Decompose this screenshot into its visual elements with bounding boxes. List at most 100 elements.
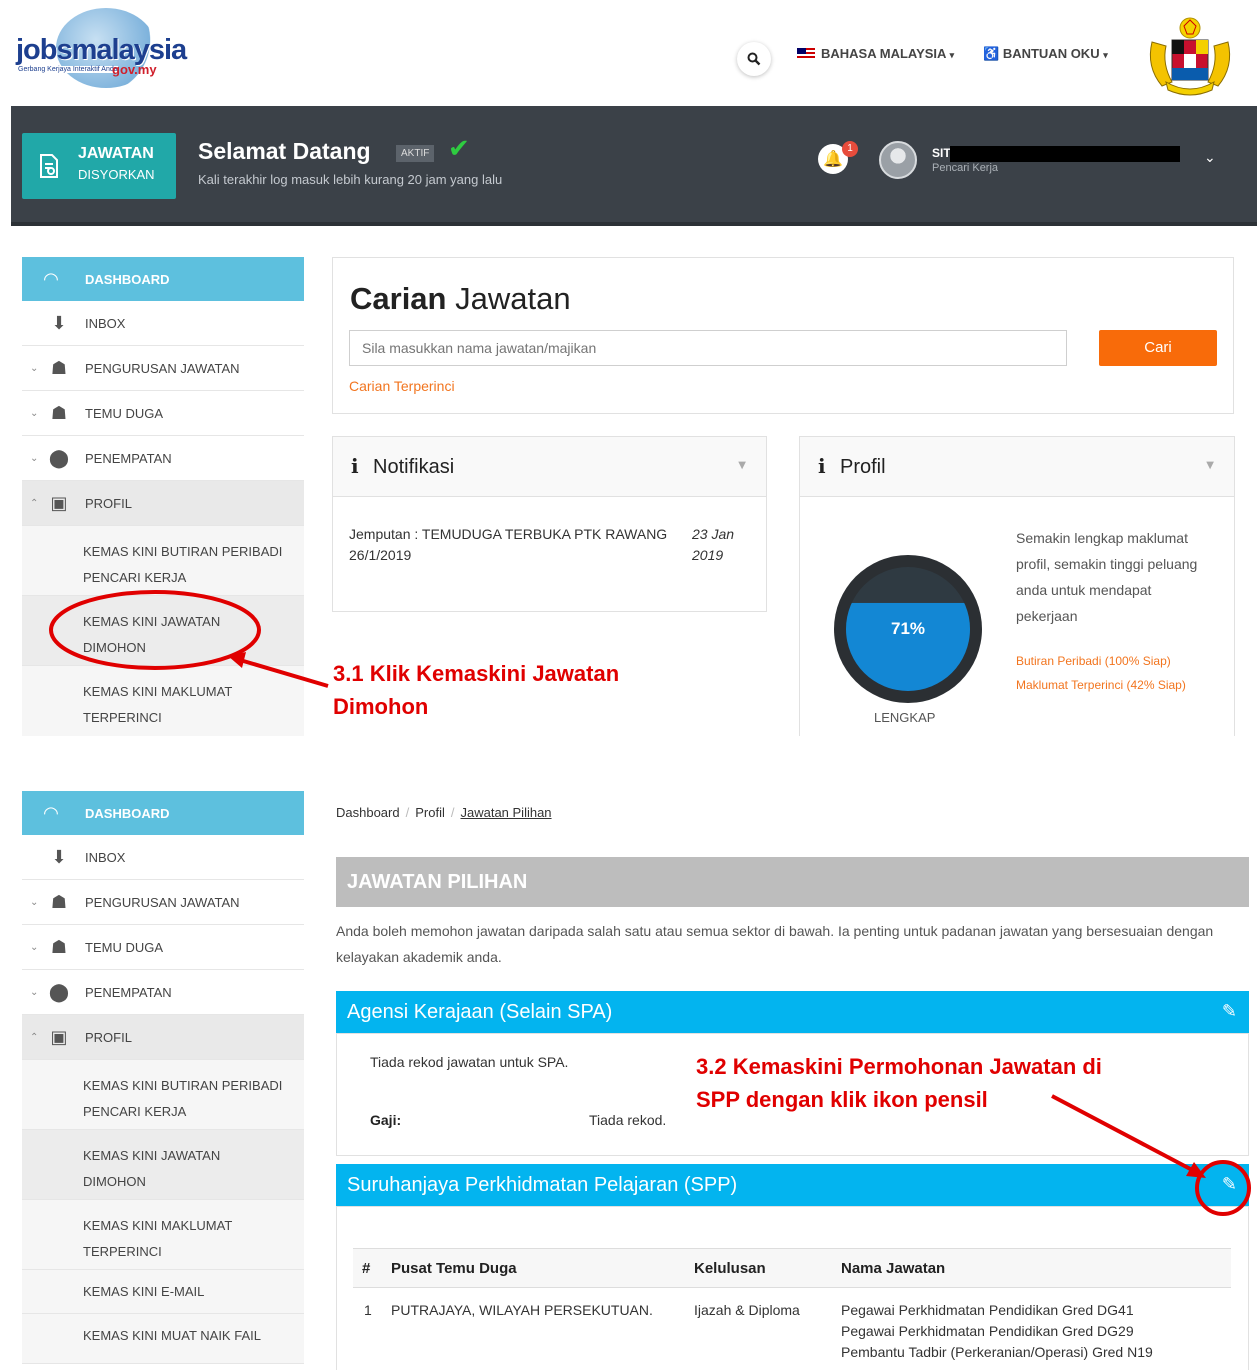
notification-panel-header[interactable]: i Notifikasi ▼ [333, 437, 766, 497]
recommended-jobs-subtitle: DISYORKAN [78, 167, 155, 182]
jobsmalaysia-logo[interactable]: jobsmalaysia Gerbang Kerjaya Interaktif … [16, 8, 187, 88]
sidebar-nav: ◠ DASHBOARD ⬇ INBOX ⌄ ☗ PENGURUSAN JAWATAN ⌄… [22, 257, 304, 736]
sidebar-subitem-jawatan-dimohon[interactable]: KEMAS KINI JAWATAN DIMOHON [22, 596, 304, 666]
accessibility-label: BANTUAN OKU [1002, 46, 1100, 61]
sidebar-subitem-butiran-peribadi[interactable]: KEMAS KINI BUTIRAN PERIBADI PENCARI KERJ… [22, 1060, 304, 1130]
page-description: Anda boleh memohon jawatan daripada sala… [336, 923, 1214, 965]
sidebar-subitem-butiran-peribadi[interactable]: KEMAS KINI BUTIRAN PERIBADI PENCARI KERJ… [22, 526, 304, 596]
sidebar-item-dashboard[interactable]: ◠ DASHBOARD [22, 257, 304, 301]
sector-title: Agensi Kerajaan (Selain SPA) [347, 1001, 613, 1023]
people-icon: ☗ [50, 402, 68, 424]
breadcrumb-profil[interactable]: Profil [415, 805, 445, 820]
sidebar-item-profil[interactable]: ⌃ ▣ PROFIL [22, 1015, 304, 1060]
recommended-jobs-title: JAWATAN [78, 145, 154, 162]
search-title-bold: Carian [350, 281, 447, 316]
welcome-bar [11, 106, 1257, 226]
profile-card-icon: ▣ [50, 492, 68, 514]
search-title-rest: Jawatan [455, 281, 571, 316]
chevron-down-icon: ⌄ [30, 362, 39, 374]
annotation-step-3-2: 3.2 Kemaskini Permohonan Jawatan di SPP … [696, 1050, 1102, 1116]
job-title: Pegawai Perkhidmatan Pendidikan Gred DG2… [841, 1323, 1134, 1339]
sidebar-item-label: TEMU DUGA [85, 405, 163, 421]
sidebar-item-inbox[interactable]: ⬇ INBOX [22, 835, 304, 880]
sidebar-item-label: PENEMPATAN [85, 984, 172, 1000]
wheelchair-icon: ♿ [983, 46, 1000, 61]
edit-pencil-icon[interactable]: ✎ [1222, 991, 1237, 1033]
profile-stat-detailed[interactable]: Maklumat Terperinci (42% Siap) [1016, 678, 1186, 692]
profile-stat-personal[interactable]: Butiran Peribadi (100% Siap) [1016, 654, 1171, 668]
status-badge: AKTIF [396, 145, 435, 162]
sidebar-item-penempatan[interactable]: ⌄ ⬤ PENEMPATAN [22, 436, 304, 481]
sidebar-item-label: DASHBOARD [85, 805, 170, 821]
accessibility-menu[interactable]: ♿ BANTUAN OKU ▾ [983, 46, 1108, 62]
profile-card-icon: ▣ [50, 1026, 68, 1048]
chevron-down-icon: ⌄ [30, 986, 39, 998]
info-icon: i [351, 454, 359, 478]
annotation-line: Dimohon [333, 694, 429, 719]
collapse-caret-icon[interactable]: ▼ [738, 460, 746, 471]
sidebar-item-label: PENEMPATAN [85, 450, 172, 466]
job-title: Pegawai Perkhidmatan Pendidikan Gred DG4… [841, 1302, 1134, 1318]
person-list-icon: ☗ [50, 357, 68, 379]
profile-panel-header[interactable]: i Profil ▼ [800, 437, 1234, 497]
column-header-no: # [362, 1260, 371, 1277]
advanced-search-link[interactable]: Carian Terperinci [349, 378, 455, 394]
recommended-jobs-button[interactable]: JAWATAN DISYORKAN [22, 133, 176, 199]
user-role: Pencari Kerja [932, 162, 999, 174]
annotation-line: 3.1 Klik Kemaskini Jawatan [333, 661, 620, 686]
sidebar-item-inbox[interactable]: ⬇ INBOX [22, 301, 304, 346]
welcome-title: Selamat Datang [198, 138, 371, 164]
sidebar-item-label: INBOX [85, 315, 126, 331]
breadcrumb: Dashboard / Profil / Jawatan Pilihan [336, 805, 552, 820]
info-icon: i [818, 454, 826, 478]
notification-count-badge: 1 [842, 141, 858, 157]
search-input[interactable] [349, 330, 1067, 366]
sidebar-subitem-jawatan-dimohon[interactable]: KEMAS KINI JAWATAN DIMOHON [22, 1130, 304, 1200]
annotation-step-3-1: 3.1 Klik Kemaskini Jawatan Dimohon [333, 657, 619, 723]
sidebar-item-pengurusan-jawatan[interactable]: ⌄ ☗ PENGURUSAN JAWATAN [22, 880, 304, 925]
checkmark-icon: ✔ [448, 134, 470, 164]
sidebar-item-temu-duga[interactable]: ⌄ ☗ TEMU DUGA [22, 925, 304, 970]
chevron-down-icon: ⌄ [30, 407, 39, 419]
sidebar-item-pengurusan-jawatan[interactable]: ⌄ ☗ PENGURUSAN JAWATAN [22, 346, 304, 391]
chevron-down-icon: ⌄ [30, 896, 39, 908]
download-tray-icon: ⬇ [51, 846, 67, 868]
breadcrumb-dashboard[interactable]: Dashboard [336, 805, 400, 820]
logo-text: jobsmalaysia [16, 34, 187, 66]
job-title: Pembantu Tadbir (Perkeranian/Operasi) Gr… [841, 1344, 1153, 1360]
people-icon: ☗ [50, 936, 68, 958]
sidebar-subitem-maklumat-terperinci[interactable]: KEMAS KINI MAKLUMAT TERPERINCI [22, 666, 304, 736]
notification-panel-title: Notifikasi [373, 456, 455, 478]
breadcrumb-current[interactable]: Jawatan Pilihan [460, 805, 551, 820]
sidebar-item-penempatan[interactable]: ⌄ ⬤ PENEMPATAN [22, 970, 304, 1015]
sidebar-subitem-muat-naik-fail[interactable]: KEMAS KINI MUAT NAIK FAIL [22, 1314, 304, 1364]
collapse-caret-icon[interactable]: ▼ [1206, 460, 1214, 471]
logo-tagline: Gerbang Kerjaya Interaktif Anda [18, 66, 118, 73]
profile-hint-text: Semakin lengkap maklumat profil, semakin… [1016, 530, 1198, 624]
dashboard-gauge-icon: ◠ [44, 802, 58, 824]
avatar[interactable] [879, 141, 917, 179]
sidebar-item-dashboard[interactable]: ◠ DASHBOARD [22, 791, 304, 835]
last-login-text: Kali terakhir log masuk lebih kurang 20 … [198, 172, 503, 187]
table-cell-kelulusan: Ijazah & Diploma [694, 1302, 800, 1318]
notification-message[interactable]: Jemputan : TEMUDUGA TERBUKA PTK RAWANG 2… [349, 524, 679, 566]
chevron-up-icon: ⌃ [30, 497, 39, 509]
annotation-line: 3.2 Kemaskini Permohonan Jawatan di [696, 1054, 1102, 1079]
sidebar-item-profil[interactable]: ⌃ ▣ PROFIL [22, 481, 304, 526]
table-cell-jawatan: Pegawai Perkhidmatan Pendidikan Gred DG4… [841, 1300, 1201, 1363]
edit-pencil-icon[interactable]: ✎ [1222, 1164, 1237, 1206]
search-button[interactable]: Cari [1099, 330, 1217, 366]
language-selector[interactable]: BAHASA MALAYSIA ▾ [797, 46, 954, 61]
search-icon[interactable] [737, 42, 771, 76]
notification-date: 23 Jan 2019 [692, 526, 735, 563]
table-cell-no: 1 [364, 1302, 372, 1318]
sidebar-subitem-maklumat-terperinci[interactable]: KEMAS KINI MAKLUMAT TERPERINCI [22, 1200, 304, 1270]
sidebar-item-temu-duga[interactable]: ⌄ ☗ TEMU DUGA [22, 391, 304, 436]
chevron-up-icon: ⌃ [30, 1031, 39, 1043]
page-title: JAWATAN PILIHAN [336, 857, 1249, 907]
sidebar-subitem-email[interactable]: KEMAS KINI E-MAIL [22, 1270, 304, 1314]
sidebar-item-label: PENGURUSAN JAWATAN [85, 360, 240, 376]
person-list-icon: ☗ [50, 891, 68, 913]
sector-header-spp: Suruhanjaya Perkhidmatan Pelajaran (SPP)… [336, 1164, 1249, 1206]
user-menu-chevron-icon[interactable]: ⌄ [1204, 150, 1216, 166]
